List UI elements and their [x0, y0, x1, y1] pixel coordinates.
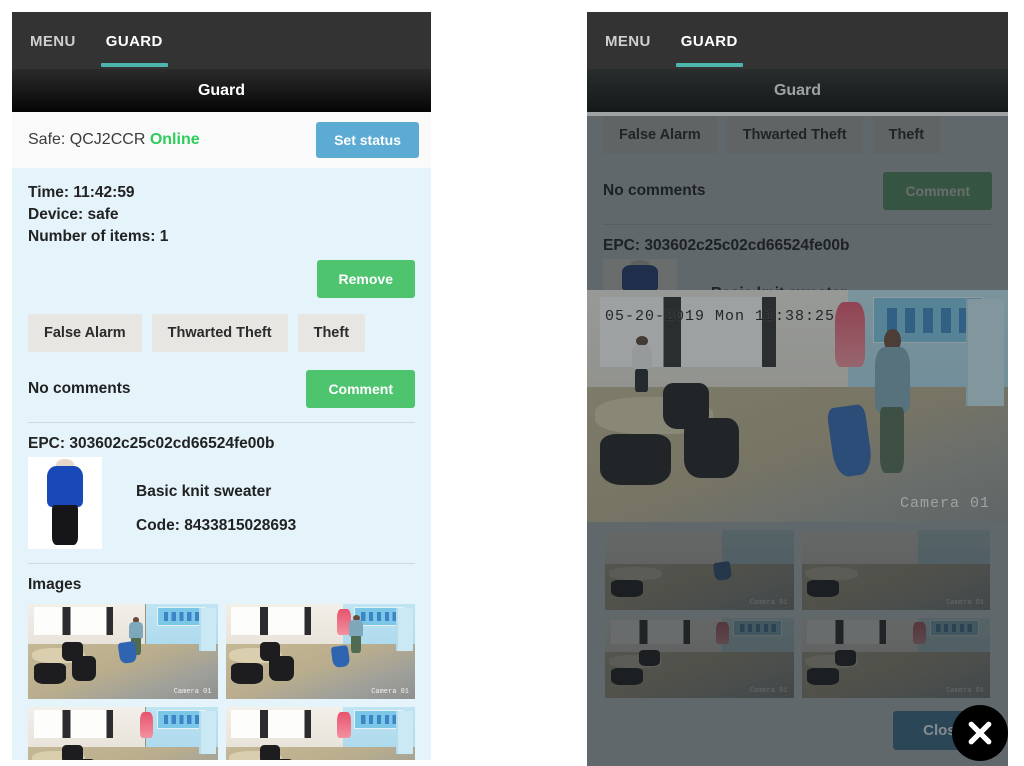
comment-button[interactable]: Comment: [883, 172, 992, 210]
nav-item-guard[interactable]: GUARD: [675, 15, 743, 67]
thumbnail-1[interactable]: Camera 01: [28, 604, 218, 699]
set-status-button[interactable]: Set status: [316, 122, 419, 158]
close-x-icon[interactable]: [952, 705, 1008, 761]
left-subheader-title: Guard: [12, 69, 431, 112]
thumbnail-camera-label: Camera 01: [371, 688, 409, 696]
product-block: Basic knit sweater Code: 8433815028693: [28, 457, 415, 549]
thumbnail-camera-label: Camera 01: [749, 599, 788, 607]
thumbnail-2[interactable]: Camera 01: [225, 604, 415, 699]
viewer-thumbnail-4[interactable]: Camera 01: [801, 618, 990, 698]
product-code: Code: 8433815028693: [136, 517, 297, 534]
thumbnail-camera-label: Camera 01: [946, 687, 984, 695]
viewer-thumbnail-1[interactable]: Camera 01: [605, 530, 794, 610]
video-player[interactable]: 05-20-2019 Mon 11:38:25 Camera 01: [587, 290, 1008, 522]
left-navbar: MENU GUARD: [12, 12, 431, 69]
thumbnail-camera-label: Camera 01: [749, 687, 788, 695]
status-badge: Online: [149, 131, 200, 148]
right-subheader-title: Guard: [587, 69, 1008, 112]
chip-false-alarm[interactable]: False Alarm: [28, 314, 142, 352]
video-camera-label: Camera 01: [899, 495, 990, 512]
comment-button[interactable]: Comment: [306, 370, 415, 408]
safe-device-label: Safe: QCJ2CCR: [28, 131, 146, 148]
comments-status: No comments: [28, 380, 131, 397]
event-time: Time: 11:42:59: [28, 184, 135, 201]
chip-false-alarm[interactable]: False Alarm: [603, 116, 717, 154]
comments-row: No comments Comment: [603, 172, 992, 210]
left-thumbnail-grid: Camera 01 Camera 01: [28, 604, 415, 760]
remove-button[interactable]: Remove: [316, 260, 415, 298]
divider-above-epc: [603, 224, 992, 225]
nav-item-menu[interactable]: MENU: [603, 15, 653, 67]
event-device: Device: safe: [28, 206, 119, 223]
left-panel: MENU GUARD Guard Safe: QCJ2CCR Online Se…: [12, 12, 431, 760]
event-item-count: Number of items: 1: [28, 228, 169, 245]
classification-chip-row: False Alarm Thwarted Theft Theft: [603, 116, 992, 154]
right-navbar: MENU GUARD: [587, 12, 1008, 69]
thumbnail-camera-label: Camera 01: [946, 599, 984, 607]
left-detail-card: Time: 11:42:59 Device: safe Number of it…: [12, 168, 431, 760]
chip-theft[interactable]: Theft: [297, 314, 366, 352]
chip-thwarted-theft[interactable]: Thwarted Theft: [726, 116, 863, 154]
divider-above-epc: [28, 422, 415, 423]
viewer-thumbnail-3[interactable]: Camera 01: [605, 618, 794, 698]
product-name: Basic knit sweater: [136, 483, 272, 500]
nav-item-menu[interactable]: MENU: [28, 15, 78, 67]
images-section-title: Images: [28, 576, 82, 593]
classification-chip-row: False Alarm Thwarted Theft Theft: [28, 314, 415, 352]
thumbnail-3[interactable]: Camera 01: [28, 707, 218, 760]
viewer-thumbnail-grid: Camera 01 Camera 01 Camera 01 Camera 01: [587, 522, 1008, 698]
viewer-thumbnail-2[interactable]: Camera 01: [801, 530, 990, 610]
nav-item-guard[interactable]: GUARD: [100, 15, 168, 67]
comments-status: No comments: [603, 182, 706, 199]
media-viewer: 05-20-2019 Mon 11:38:25 Camera 01 Camera…: [587, 290, 1008, 766]
product-info: Basic knit sweater Code: 8433815028693: [136, 457, 296, 543]
epc-label: EPC: 303602c25c02cd66524fe00b: [28, 435, 275, 452]
remove-row: Remove: [28, 260, 415, 298]
video-timestamp: 05-20-2019 Mon 11:38:25: [605, 308, 836, 325]
left-status-bar: Safe: QCJ2CCR Online Set status: [12, 112, 431, 168]
thumbnail-camera-label: Camera 01: [173, 688, 212, 696]
chip-thwarted-theft[interactable]: Thwarted Theft: [151, 314, 288, 352]
thumbnail-4[interactable]: Camera 01: [225, 707, 415, 760]
safe-status: Safe: QCJ2CCR Online: [28, 131, 200, 149]
epc-label: EPC: 303602c25c02cd66524fe00b: [603, 237, 850, 254]
comments-row: No comments Comment: [28, 370, 415, 408]
divider-above-images: [28, 563, 415, 564]
screenshot-stage: MENU GUARD Guard Safe: QCJ2CCR Online Se…: [0, 0, 1024, 766]
right-panel: MENU GUARD Guard False Alarm Thwarted Th…: [587, 12, 1008, 766]
product-image[interactable]: [28, 457, 102, 549]
chip-theft[interactable]: Theft: [872, 116, 941, 154]
